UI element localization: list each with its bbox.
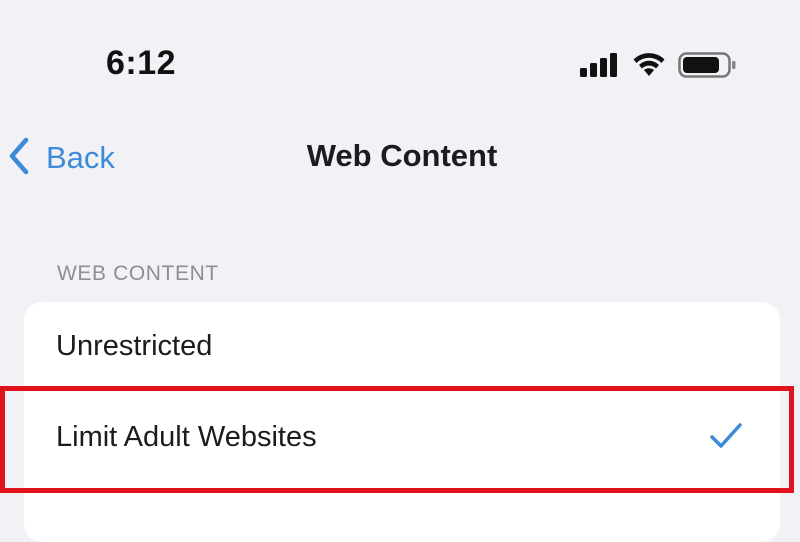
option-label: Limit Adult Websites <box>56 420 317 453</box>
battery-icon <box>678 52 736 78</box>
option-limit-adult-websites[interactable]: Limit Adult Websites <box>24 393 780 481</box>
status-icons <box>580 50 736 80</box>
cellular-signal-icon <box>580 53 620 77</box>
wifi-icon <box>632 52 666 78</box>
navigation-bar: Back Web Content <box>0 120 800 200</box>
row-divider <box>56 389 780 390</box>
section-header: WEB CONTENT <box>57 262 219 285</box>
page-title-text: Web Content <box>306 138 498 173</box>
page-title: Web Content <box>0 138 800 174</box>
checkmark-icon <box>708 421 744 456</box>
web-content-options-list: Unrestricted Limit Adult Websites <box>24 302 780 542</box>
option-label: Unrestricted <box>56 329 213 362</box>
status-bar: 6:12 <box>0 0 800 120</box>
option-unrestricted[interactable]: Unrestricted <box>24 302 780 390</box>
status-time: 6:12 <box>106 44 177 82</box>
